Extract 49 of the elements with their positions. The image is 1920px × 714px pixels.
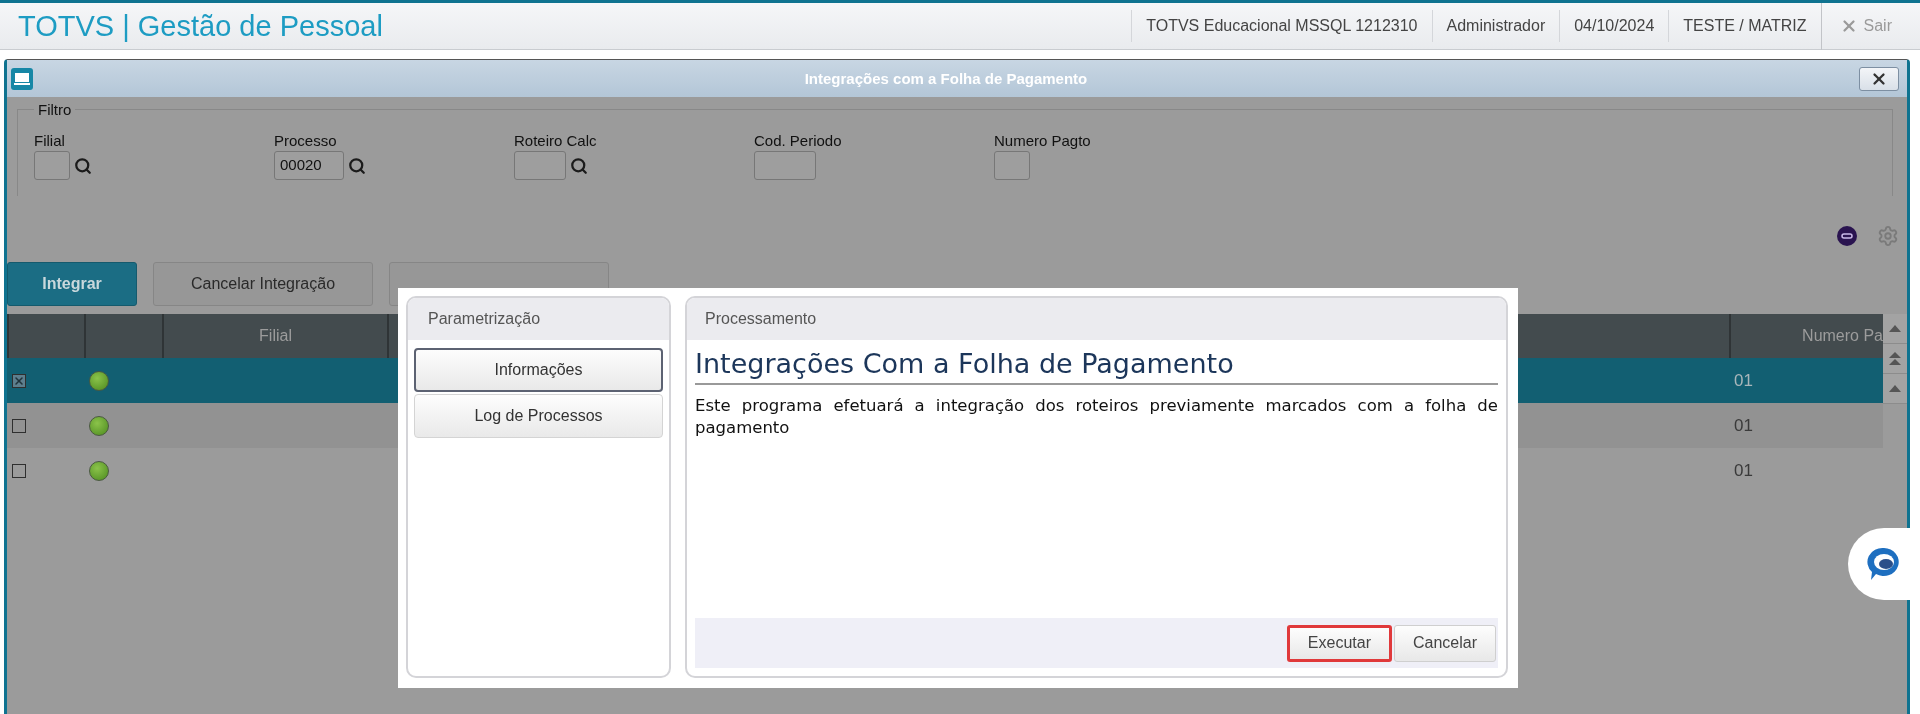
dialog-button[interactable]: Cancelar [1393, 624, 1496, 662]
dialog-button[interactable]: Executar [1286, 624, 1392, 662]
window-title: Integrações com a Folha de Pagamento [803, 70, 1089, 87]
field-label: Processo [274, 132, 338, 149]
filter-legend: Filtro [34, 101, 76, 118]
status-item: TOTVS Educacional MSSQL 1212310 [1131, 10, 1432, 42]
row-checkbox[interactable] [12, 418, 26, 433]
dialog-heading: Integrações Com a Folha de Pagamento [695, 348, 1498, 385]
field-label: Filial [34, 132, 66, 149]
input-field[interactable] [994, 151, 1030, 180]
field-label: Roteiro Calc [514, 132, 598, 149]
chat-icon [1866, 546, 1902, 582]
input-field[interactable] [754, 151, 816, 180]
status-dot [89, 460, 109, 481]
app-title: TOTVS | Gestão de Pessoal [17, 9, 384, 43]
action-button[interactable]: Cancelar Integração [153, 262, 373, 306]
action-button[interactable]: Integrar [7, 262, 137, 306]
scroll-up-icon [1889, 351, 1901, 366]
scroll-button[interactable] [1883, 344, 1907, 374]
scroll-up-icon [1889, 324, 1901, 333]
row-checkbox[interactable] [12, 463, 26, 478]
status-item: TESTE / MATRIZ [1668, 10, 1821, 42]
table-cell-text: 01 [1733, 415, 1754, 436]
nav-button[interactable]: Informações [414, 348, 663, 392]
table-cell-text: 01 [1733, 460, 1754, 481]
panel-header: Processamento [687, 298, 1506, 340]
status-dot [89, 370, 109, 391]
table-cell-text: 01 [1733, 370, 1754, 391]
input-field[interactable] [34, 151, 70, 180]
search-icon[interactable] [570, 156, 588, 175]
scroll-button[interactable] [1883, 374, 1907, 404]
scroll-button[interactable] [1883, 314, 1907, 344]
description-text: Este programa efetuará a integração dos roteiros previamente marcados com a folha de pagamento [695, 395, 1498, 439]
field-label: Cod. Periodo [754, 132, 843, 149]
status-item: Administrador [1431, 10, 1560, 42]
scroll-up-icon [1889, 384, 1901, 393]
row-checkbox[interactable] [12, 373, 26, 388]
input-field[interactable] [514, 151, 566, 180]
status-item: 04/10/2024 [1559, 10, 1669, 42]
panel-header: Parametrização [408, 298, 669, 340]
nav-button[interactable]: Log de Processos [414, 394, 663, 438]
search-icon[interactable] [74, 156, 92, 175]
close-button[interactable] [1859, 66, 1899, 91]
logo-icon [1837, 226, 1857, 246]
monitor-icon [11, 67, 33, 90]
input-field[interactable]: 00020 [274, 151, 344, 180]
status-dot [89, 415, 109, 436]
search-icon[interactable] [348, 156, 366, 175]
field-label: Numero Pagto [994, 132, 1092, 149]
